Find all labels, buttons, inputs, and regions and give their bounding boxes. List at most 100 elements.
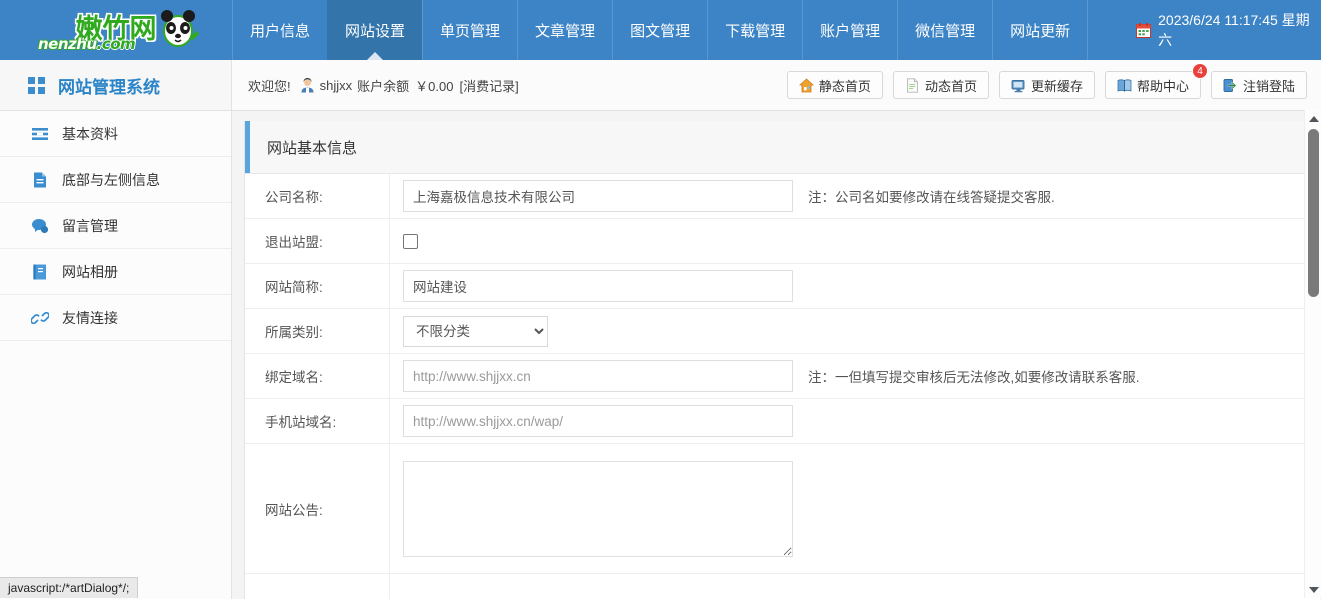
announcement-control <box>390 444 1320 573</box>
company-name-input[interactable] <box>403 180 793 212</box>
panel-header: 网站基本信息 <box>245 121 1320 174</box>
nav-label: 微信管理 <box>915 20 975 41</box>
datetime-text: 2023/6/24 11:17:45 星期六 <box>1158 10 1321 50</box>
header-datetime: 2023/6/24 11:17:45 星期六 <box>1087 0 1321 60</box>
sidebar-item-basic-info[interactable]: 基本资料 <box>0 111 231 157</box>
company-note: 注：公司名如要修改请在线答疑提交客服. <box>808 186 1055 206</box>
page-body: 基本资料 底部与左侧信息 留言管理 <box>0 111 1321 599</box>
category-select[interactable]: 不限分类 <box>403 316 548 347</box>
panel-title: 网站基本信息 <box>245 137 357 158</box>
panda-icon <box>156 7 200 51</box>
wap-domain-label: 手机站域名: <box>245 399 390 443</box>
bind-domain-input[interactable] <box>403 360 793 392</box>
logo-container[interactable]: 嫩竹网 nenzhu.com <box>0 0 232 60</box>
logout-button[interactable]: 注销登陆 <box>1211 71 1307 99</box>
vertical-scrollbar[interactable] <box>1304 110 1321 598</box>
company-control: 注：公司名如要修改请在线答疑提交客服. <box>390 180 1320 212</box>
nav-item-article[interactable]: 文章管理 <box>517 0 612 60</box>
chevron-up-icon <box>1309 116 1319 122</box>
nav-label: 用户信息 <box>250 20 310 41</box>
album-icon <box>31 263 49 281</box>
nav-label: 账户管理 <box>820 20 880 41</box>
nav-label: 下载管理 <box>725 20 785 41</box>
nav-label: 网站更新 <box>1010 20 1070 41</box>
scroll-up-arrow[interactable] <box>1305 110 1321 127</box>
nav-item-image-text[interactable]: 图文管理 <box>612 0 707 60</box>
site-short-label: 网站简称: <box>245 264 390 308</box>
site-short-name-input[interactable] <box>403 270 793 302</box>
form-row-category: 所属类别: 不限分类 <box>245 309 1320 354</box>
bind-domain-control: 注：一但填写提交审核后无法修改,如要修改请联系客服. <box>390 360 1320 392</box>
sidebar-item-label: 网站相册 <box>62 262 118 282</box>
form-row-company: 公司名称: 注：公司名如要修改请在线答疑提交客服. <box>245 174 1320 219</box>
site-basic-info-panel: 网站基本信息 公司名称: 注：公司名如要修改请在线答疑提交客服. 退出站盟: 网… <box>244 121 1321 599</box>
main-content: 网站基本信息 公司名称: 注：公司名如要修改请在线答疑提交客服. 退出站盟: 网… <box>232 111 1321 599</box>
spacer-label <box>245 574 390 599</box>
book-icon <box>1117 78 1132 93</box>
wap-domain-control <box>390 405 1320 437</box>
status-bar-text: javascript:/*artDialog*/; <box>8 581 129 595</box>
wap-domain-input[interactable] <box>403 405 793 437</box>
static-homepage-button[interactable]: 静态首页 <box>787 71 883 99</box>
monitor-icon <box>1011 78 1026 93</box>
home-icon <box>799 78 814 93</box>
dynamic-homepage-button[interactable]: 动态首页 <box>893 71 989 99</box>
scroll-down-arrow[interactable] <box>1305 581 1321 598</box>
category-label: 所属类别: <box>245 309 390 353</box>
file-icon <box>31 171 49 189</box>
button-label: 动态首页 <box>925 76 977 95</box>
sidebar-item-message-management[interactable]: 留言管理 <box>0 203 231 249</box>
nav-item-user-info[interactable]: 用户信息 <box>232 0 327 60</box>
nav-item-single-page[interactable]: 单页管理 <box>422 0 517 60</box>
welcome-prefix: 欢迎您! <box>248 76 291 95</box>
nav-label: 文章管理 <box>535 20 595 41</box>
consume-record-link[interactable]: [消费记录] <box>459 76 518 95</box>
system-title-text: 网站管理系统 <box>58 73 160 98</box>
sidebar-item-friendly-links[interactable]: 友情连接 <box>0 295 231 341</box>
site-short-control <box>390 270 1320 302</box>
grid-icon <box>28 77 45 94</box>
nav-label: 图文管理 <box>630 20 690 41</box>
main-navigation: 用户信息 网站设置 单页管理 文章管理 图文管理 下载管理 账户管理 微信管理 … <box>232 0 1321 60</box>
company-label: 公司名称: <box>245 174 390 218</box>
system-title-block: 网站管理系统 <box>28 73 160 98</box>
balance-label: 账户余额 <box>357 76 409 95</box>
button-label: 更新缓存 <box>1031 76 1083 95</box>
scrollbar-thumb[interactable] <box>1308 129 1319 297</box>
sidebar-item-label: 基本资料 <box>62 124 118 144</box>
announcement-label: 网站公告: <box>245 444 390 573</box>
sidebar-item-site-album[interactable]: 网站相册 <box>0 249 231 295</box>
sidebar-item-footer-left-info[interactable]: 底部与左侧信息 <box>0 157 231 203</box>
announcement-textarea[interactable] <box>403 461 793 557</box>
button-label: 静态首页 <box>819 76 871 95</box>
quit-alliance-control <box>390 234 1320 249</box>
sub-toolbar: 网站管理系统 欢迎您! shjjxx 账户余额 ￥0.00 [消费记录] 静态首… <box>0 60 1321 111</box>
nav-label: 网站设置 <box>345 20 405 41</box>
form-row-bind-domain: 绑定域名: 注：一但填写提交审核后无法修改,如要修改请联系客服. <box>245 354 1320 399</box>
chevron-down-icon <box>1309 587 1319 593</box>
sidebar-item-label: 底部与左侧信息 <box>62 170 160 190</box>
quit-alliance-checkbox[interactable] <box>403 234 418 249</box>
logout-icon <box>1223 78 1238 93</box>
nav-item-site-settings[interactable]: 网站设置 <box>327 0 422 60</box>
sidebar-item-label: 友情连接 <box>62 308 118 328</box>
calendar-icon <box>1136 23 1151 38</box>
bind-domain-note: 注：一但填写提交审核后无法修改,如要修改请联系客服. <box>808 366 1140 386</box>
button-label: 注销登陆 <box>1243 76 1295 95</box>
nav-item-account[interactable]: 账户管理 <box>802 0 897 60</box>
balance-value: ￥0.00 <box>415 76 453 95</box>
button-label: 帮助中心 <box>1137 76 1189 95</box>
form-row-site-short-name: 网站简称: <box>245 264 1320 309</box>
sidebar-header: 网站管理系统 <box>0 60 232 110</box>
bind-domain-label: 绑定域名: <box>245 354 390 398</box>
link-icon <box>31 309 49 327</box>
nav-item-wechat[interactable]: 微信管理 <box>897 0 992 60</box>
site-logo[interactable]: 嫩竹网 nenzhu.com <box>32 5 200 55</box>
help-center-button[interactable]: 帮助中心 4 <box>1105 71 1201 99</box>
help-badge-count: 4 <box>1192 63 1208 79</box>
update-cache-button[interactable]: 更新缓存 <box>999 71 1095 99</box>
form-row-wap-domain: 手机站域名: <box>245 399 1320 444</box>
nav-item-site-update[interactable]: 网站更新 <box>992 0 1087 60</box>
nav-item-download[interactable]: 下载管理 <box>707 0 802 60</box>
nav-label: 单页管理 <box>440 20 500 41</box>
